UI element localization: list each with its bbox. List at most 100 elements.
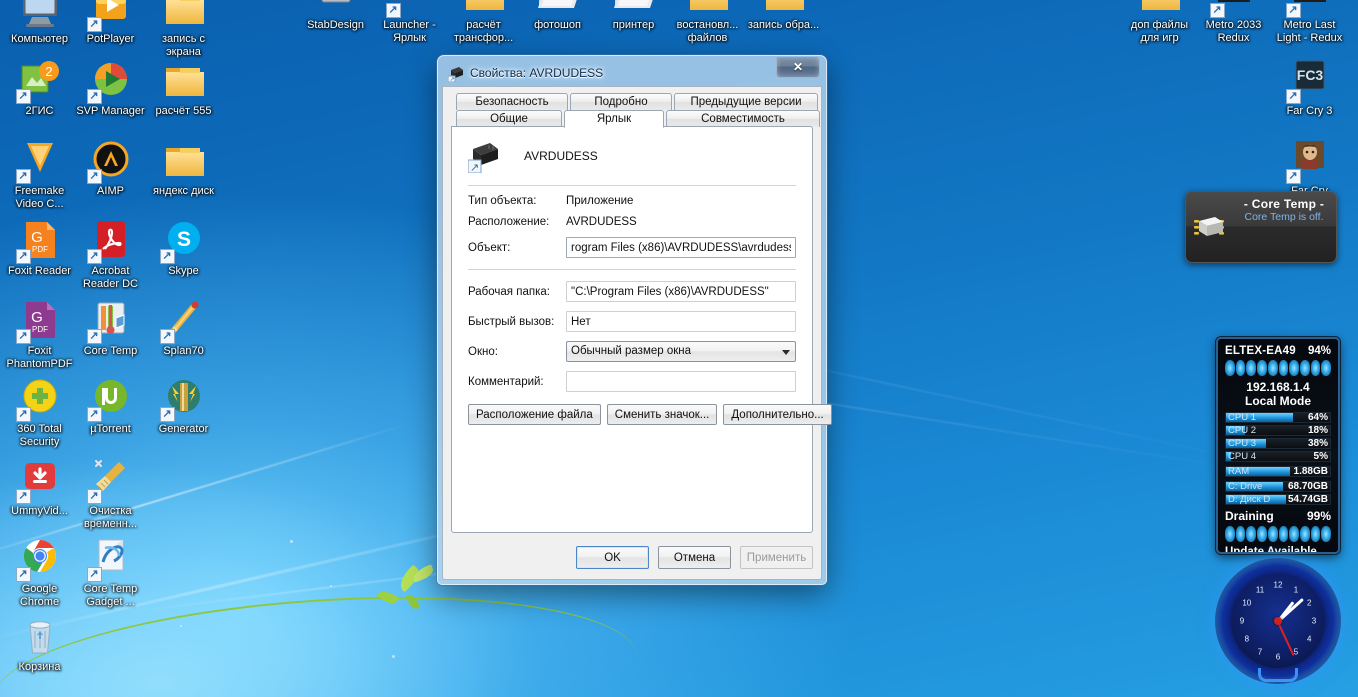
desktop-icon[interactable]: AIMP (73, 136, 148, 198)
resource-meter-label: D: Диск D (1228, 494, 1271, 505)
desktop-icon[interactable]: Core Temp Gadget ... (73, 534, 148, 608)
dialog-title: Свойства: AVRDUDESS (470, 66, 604, 80)
svg-text:S: S (176, 228, 190, 251)
desktop-icon[interactable]: Компьютер (2, 0, 77, 46)
desktop-icon[interactable]: Freemake Video C... (2, 136, 77, 210)
desktop-icon[interactable]: Очистка временн... (73, 456, 148, 530)
close-icon[interactable]: ✕ (776, 57, 820, 78)
shortcut-action-buttons: Расположение файла Сменить значок... Допол… (452, 404, 832, 425)
desktop-icon[interactable]: UmmyVid... (2, 456, 77, 518)
desktop-icon-label: Skype (168, 265, 199, 277)
tab-Предыдущие версии[interactable]: Предыдущие версии (674, 93, 818, 110)
desktop-icon-label: 2ГИС (25, 105, 54, 117)
desktop-icon[interactable]: Generator (146, 374, 221, 436)
app-utorrent-icon (86, 374, 135, 422)
core-temp-gadget[interactable]: - Core Temp - Core Temp is off. Get Core… (1185, 191, 1337, 263)
desktop-icon[interactable]: PotPlayer (73, 0, 148, 46)
close-glyph: ✕ (792, 60, 804, 74)
desktop-icon-label: µTorrent (90, 423, 131, 435)
field-label: Окно: (468, 345, 498, 358)
clock-gadget[interactable]: 12 1 2 3 4 5 6 7 8 9 10 11 (1215, 558, 1341, 684)
wifi-ssid: ELTEX-EA49 (1225, 345, 1296, 357)
app-gadget-icon (86, 534, 135, 582)
field-input[interactable] (566, 311, 796, 332)
app-chrome-icon (15, 534, 64, 582)
network-mode: Local Mode (1244, 394, 1311, 408)
desktop-icon[interactable]: востановл... файлов (670, 0, 745, 44)
desktop-icon-label: расчёт трансфор... (453, 19, 514, 44)
desktop-icon[interactable]: Core Temp (73, 296, 148, 358)
desktop-icon[interactable]: Google Chrome (2, 534, 77, 608)
desktop-icon[interactable]: S Skype (146, 216, 221, 278)
desktop-icon[interactable]: Splan70 (146, 296, 221, 358)
desktop-icon[interactable]: µTorrent (73, 374, 148, 436)
properties-dialog[interactable]: ↗ Свойства: AVRDUDESS ✕ Безопасность Подр… (437, 55, 832, 585)
app-freemake-icon (15, 136, 64, 184)
field-input[interactable] (566, 281, 796, 302)
desktop-icon[interactable]: 360 Total Security (2, 374, 77, 448)
tab-Совместимость[interactable]: Совместимость (666, 110, 820, 127)
resource-meter-label: CPU 1 (1228, 412, 1256, 423)
app-farcry-icon (1285, 136, 1334, 184)
field-input[interactable] (566, 237, 796, 258)
resource-meter: CPU 2 18% (1225, 425, 1331, 436)
desktop-icon[interactable]: запись обра... (746, 0, 821, 32)
desktop-icon[interactable]: GPDFFoxit PhantomPDF (2, 296, 77, 370)
app-aimp-icon (86, 136, 135, 184)
desktop-icon[interactable]: Launcher - Ярлык (372, 0, 447, 44)
svg-text:PDF: PDF (32, 325, 48, 334)
desktop-icon[interactable]: 2 2ГИС (2, 56, 77, 118)
dialog-titlebar[interactable]: ↗ Свойства: AVRDUDESS ✕ (442, 57, 822, 86)
computer-icon (16, 0, 64, 32)
desktop-icon[interactable]: яндекс диск (146, 136, 221, 198)
desktop-icon[interactable]: принтер (596, 0, 671, 32)
tab-Безопасность[interactable]: Безопасность (456, 93, 568, 110)
field-row: Быстрый вызов: (452, 311, 812, 332)
desktop-icon[interactable]: GPDFFoxit Reader (2, 216, 77, 278)
desktop-icon[interactable]: доп файлы для игр (1122, 0, 1197, 44)
desktop-icon[interactable]: StabDesign (298, 0, 373, 32)
avrdudess-large-icon: ↗ (467, 139, 502, 174)
resource-meter-value: 54.74GB (1287, 494, 1328, 505)
ok-button[interactable]: OK (576, 546, 649, 569)
app-skype-icon: S (159, 216, 208, 264)
desktop-icon[interactable]: расчёт 555 (146, 56, 221, 118)
shortcut-overlay-icon (86, 89, 102, 104)
desktop-icon[interactable]: Metro Last Light - Redux (1272, 0, 1347, 44)
desktop-icon[interactable]: расчёт трансфор... (446, 0, 521, 44)
desktop-icon[interactable]: фотошоп (520, 0, 595, 32)
system-monitor-gadget[interactable]: ELTEX-EA49 94% 192.168.1.4 Local Mode CP… (1216, 337, 1340, 554)
action-button[interactable]: Сменить значок... (606, 404, 718, 425)
desktop-icon[interactable]: FC3 Far Cry 3 (1272, 56, 1347, 118)
field-row: Комментарий: (452, 371, 812, 392)
desktop-icon[interactable]: Acrobat Reader DC (73, 216, 148, 290)
folder-icon (160, 0, 208, 32)
resource-meter: C: Drive 68.70GB (1225, 481, 1331, 492)
desktop-icon[interactable]: запись с экрана (146, 0, 221, 58)
desktop-icon[interactable]: Корзина (2, 612, 77, 674)
battery-state-label: Draining (1225, 509, 1274, 523)
tab-Общие[interactable]: Общие (456, 110, 562, 127)
app-2gis-icon: 2 (15, 56, 64, 104)
field-input[interactable] (566, 371, 796, 392)
app-fc3-icon: FC3 (1285, 56, 1334, 104)
tab-Ярлык[interactable]: Ярлык (564, 110, 664, 128)
cancel-button[interactable]: Отмена (658, 546, 731, 569)
desktop-icon[interactable]: 2033 Metro 2033 Redux (1196, 0, 1271, 44)
desktop-icon-label: Acrobat Reader DC (82, 265, 139, 290)
action-button[interactable]: Расположение файла (468, 404, 601, 425)
window-mode-select[interactable]: Обычный размер окна (566, 341, 796, 362)
folder-icon (160, 136, 208, 184)
desktop-icon-label: яндекс диск (153, 185, 214, 197)
battery-row: Draining 99% (1225, 509, 1331, 523)
svg-text:↗: ↗ (450, 77, 455, 82)
shortcut-overlay-icon (86, 567, 102, 582)
tab-Подробно[interactable]: Подробно (570, 93, 672, 110)
desktop-icon[interactable]: SVP Manager (73, 56, 148, 118)
clock-numeral: 10 (1242, 598, 1252, 608)
window-mode-value: Обычный размер окна (571, 345, 692, 357)
desktop-icon-label: доп файлы для игр (1130, 19, 1189, 44)
action-button[interactable]: Дополнительно... (723, 404, 832, 425)
field-value: Приложение (566, 195, 634, 207)
desktop-icon[interactable]: Far Cry (1272, 136, 1347, 198)
